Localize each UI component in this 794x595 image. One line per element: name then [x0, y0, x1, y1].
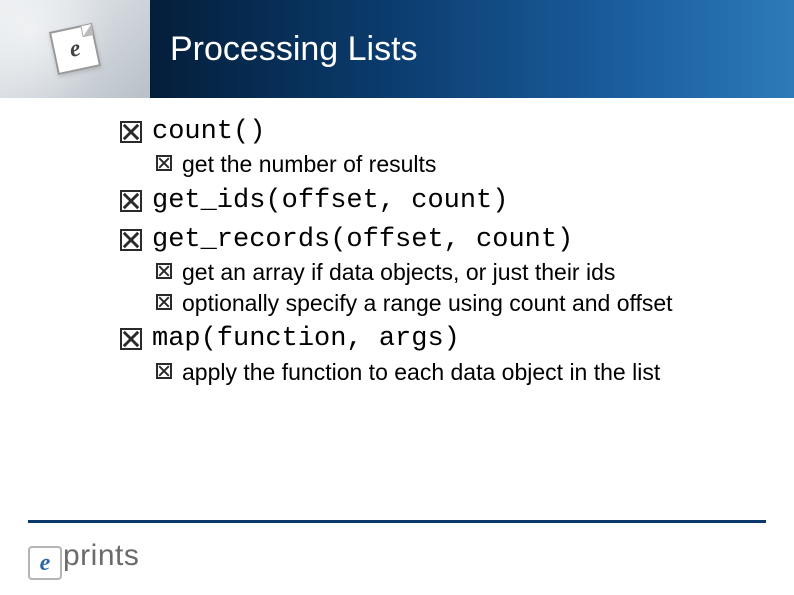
list-item: get an array if data objects, or just th… — [156, 258, 734, 287]
list-item: map(function, args) — [120, 323, 734, 355]
list-item: get_records(offset, count) — [120, 224, 734, 256]
bullet-x-icon — [156, 263, 172, 279]
header: e Processing Lists — [0, 0, 794, 98]
eprints-logo-e-icon: e — [28, 546, 62, 580]
bullet-x-icon — [156, 155, 172, 171]
bullet-x-icon — [156, 363, 172, 379]
bullet-x-icon — [120, 328, 142, 350]
list-item-text: get_records(offset, count) — [152, 224, 573, 256]
eprints-corner-letter: e — [67, 35, 83, 64]
eprints-logo-e-letter: e — [40, 550, 51, 577]
bullet-x-icon — [120, 229, 142, 251]
eprints-logo: e prints — [28, 539, 139, 576]
list-item: get the number of results — [156, 150, 734, 179]
eprints-logo-text: prints — [63, 539, 139, 573]
list-item-text: get an array if data objects, or just th… — [182, 258, 615, 287]
bullet-x-icon — [120, 190, 142, 212]
list-item-text: get_ids(offset, count) — [152, 185, 508, 217]
list-item-text: count() — [152, 116, 265, 148]
bullet-x-icon — [156, 294, 172, 310]
list-item: get_ids(offset, count) — [120, 185, 734, 217]
header-image-area: e — [0, 0, 150, 98]
slide-title: Processing Lists — [170, 30, 418, 69]
list-item-text: map(function, args) — [152, 323, 460, 355]
list-item-text: optionally specify a range using count a… — [182, 289, 673, 318]
list-item: optionally specify a range using count a… — [156, 289, 734, 318]
slide: e Processing Lists count() get the numbe… — [0, 0, 794, 595]
list-item: apply the function to each data object i… — [156, 358, 734, 387]
list-item-text: apply the function to each data object i… — [182, 358, 660, 387]
eprints-corner-icon: e — [49, 23, 101, 75]
list-item-text: get the number of results — [182, 150, 436, 179]
bullet-x-icon — [120, 121, 142, 143]
title-bar: Processing Lists — [150, 0, 794, 98]
footer-divider — [28, 520, 766, 523]
list-item: count() — [120, 116, 734, 148]
content-area: count() get the number of results get_id… — [120, 110, 734, 389]
